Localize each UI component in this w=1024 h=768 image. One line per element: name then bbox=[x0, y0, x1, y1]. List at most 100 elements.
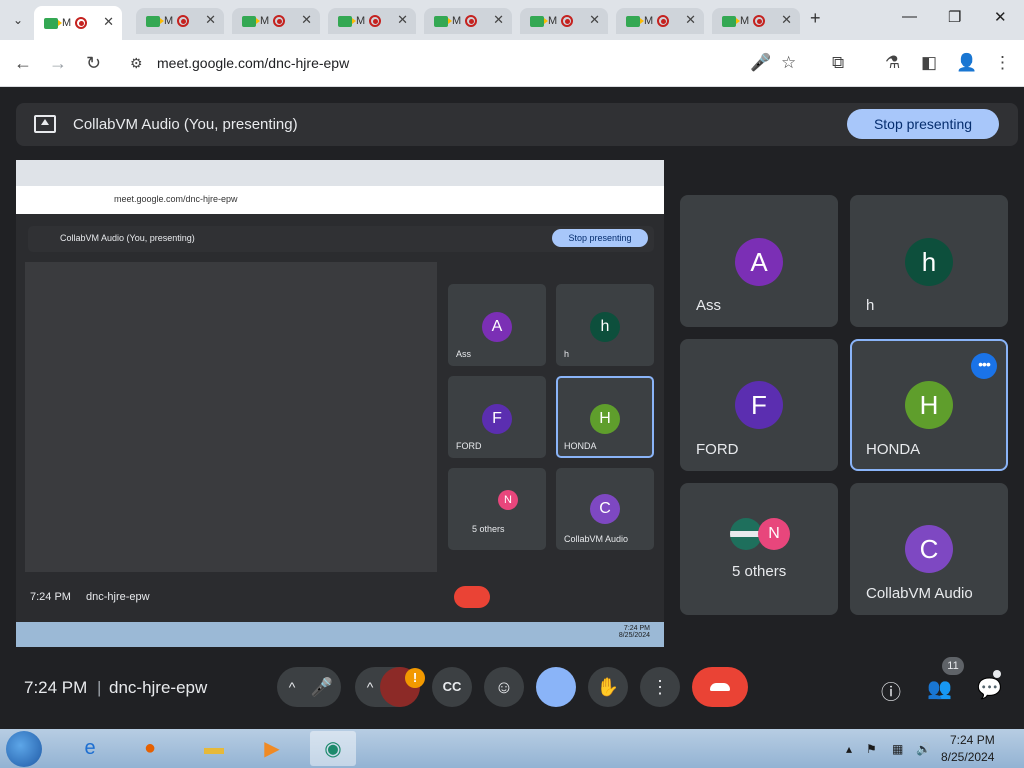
others-label: 5 others bbox=[732, 563, 787, 580]
taskbar-clock-date[interactable]: 8/25/2024 bbox=[941, 750, 994, 764]
nested-footer-time: 7:24 PM bbox=[30, 591, 71, 603]
tab-close-icon[interactable]: ✕ bbox=[397, 12, 408, 28]
tab-close-icon[interactable]: ✕ bbox=[301, 12, 312, 28]
participant-tile[interactable]: h h bbox=[850, 195, 1008, 327]
media-player-icon[interactable]: ▶ bbox=[254, 731, 290, 766]
participant-tile[interactable]: C CollabVM Audio bbox=[850, 483, 1008, 615]
participant-tile[interactable]: A Ass bbox=[680, 195, 838, 327]
nested-tile: C CollabVM Audio bbox=[556, 468, 654, 550]
extensions-icon[interactable]: ⧉ bbox=[832, 53, 844, 73]
browser-tab[interactable]: M ✕ bbox=[136, 8, 224, 34]
more-options-icon[interactable]: ••• bbox=[971, 353, 997, 379]
site-settings-icon[interactable]: ⚙ bbox=[130, 55, 143, 72]
browser-menu-icon[interactable]: ⋮ bbox=[994, 53, 1011, 73]
minimize-button[interactable]: — bbox=[902, 8, 917, 25]
tab-close-icon[interactable]: ✕ bbox=[781, 12, 792, 28]
stop-presenting-button[interactable]: Stop presenting bbox=[847, 109, 999, 139]
url-field[interactable]: meet.google.com/dnc-hjre-epw bbox=[157, 55, 349, 71]
participant-tile[interactable]: F FORD bbox=[680, 339, 838, 471]
recording-icon bbox=[465, 15, 478, 27]
tab-title: M bbox=[740, 15, 750, 27]
participant-avatar: A bbox=[735, 238, 783, 286]
nested-tile: N 5 others bbox=[448, 468, 546, 550]
forward-icon[interactable]: → bbox=[49, 53, 67, 74]
tab-search-chevron-icon[interactable]: ⌄ bbox=[8, 10, 28, 30]
tab-title: M bbox=[62, 17, 72, 29]
browser-tab[interactable]: M ✕ bbox=[616, 8, 704, 34]
nested-name: 5 others bbox=[472, 524, 505, 534]
nested-name: Ass bbox=[456, 349, 472, 359]
participant-tile-highlighted[interactable]: H ••• HONDA bbox=[850, 339, 1008, 471]
meet-logo-icon bbox=[242, 15, 260, 27]
nested-avatar: N bbox=[498, 490, 518, 510]
tab-close-icon[interactable]: ✕ bbox=[205, 12, 216, 28]
more-options-button[interactable]: ⋮ bbox=[640, 667, 680, 707]
tray-expand-icon[interactable]: ▴ bbox=[846, 742, 852, 756]
close-window-button[interactable]: ✕ bbox=[994, 8, 1007, 26]
tab-close-icon[interactable]: ✕ bbox=[589, 12, 600, 28]
nested-url: meet.google.com/dnc-hjre-epw bbox=[114, 194, 238, 204]
raise-hand-button[interactable]: ✋ bbox=[588, 667, 628, 707]
nested-tab-bar bbox=[16, 160, 664, 186]
restore-button[interactable]: ❐ bbox=[948, 8, 961, 26]
browser-tab[interactable]: M ✕ bbox=[520, 8, 608, 34]
recording-icon bbox=[273, 15, 286, 27]
captions-button[interactable]: CC bbox=[432, 667, 472, 707]
nested-avatar: F bbox=[482, 404, 512, 434]
firefox-icon[interactable]: ● bbox=[132, 731, 168, 766]
network-icon[interactable]: ▦ bbox=[892, 742, 903, 756]
tab-close-icon[interactable]: ✕ bbox=[685, 12, 696, 28]
shared-screen-preview: meet.google.com/dnc-hjre-epw CollabVM Au… bbox=[16, 160, 664, 647]
meeting-code: dnc-hjre-epw bbox=[109, 678, 208, 697]
profile-icon[interactable]: 👤 bbox=[956, 53, 977, 73]
presenting-title: CollabVM Audio (You, presenting) bbox=[73, 116, 298, 133]
side-panel-icon[interactable]: ◧ bbox=[921, 53, 937, 73]
tab-title: M bbox=[548, 15, 558, 27]
internet-explorer-icon[interactable]: e bbox=[72, 731, 108, 766]
tab-close-icon[interactable]: ✕ bbox=[103, 14, 114, 30]
present-now-button[interactable] bbox=[536, 667, 576, 707]
microphone-button[interactable]: 🎤 bbox=[302, 667, 342, 707]
action-center-flag-icon[interactable]: ⚑ bbox=[866, 742, 877, 756]
nested-tile: h h bbox=[556, 284, 654, 366]
end-call-button[interactable] bbox=[692, 667, 748, 707]
meet-logo-icon bbox=[722, 15, 740, 27]
nested-taskbar bbox=[16, 622, 664, 647]
present-screen-icon bbox=[34, 115, 56, 133]
taskbar-clock-time[interactable]: 7:24 PM bbox=[950, 733, 995, 747]
meeting-info-icon[interactable]: ⓘ bbox=[881, 676, 901, 705]
meet-logo-icon bbox=[626, 15, 644, 27]
meet-logo-icon bbox=[146, 15, 164, 27]
bookmark-star-icon[interactable]: ☆ bbox=[781, 53, 796, 73]
new-tab-button[interactable]: + bbox=[810, 8, 821, 29]
browser-tab[interactable]: M ✕ bbox=[232, 8, 320, 34]
chat-notification-dot bbox=[993, 670, 1001, 678]
labs-icon[interactable]: ⚗ bbox=[885, 53, 900, 73]
nested-clock-date: 8/25/2024 bbox=[618, 632, 650, 639]
nested-tile: A Ass bbox=[448, 284, 546, 366]
tab-close-icon[interactable]: ✕ bbox=[493, 12, 504, 28]
reload-icon[interactable]: ↻ bbox=[86, 53, 101, 74]
browser-tab-bar: ⌄ M ✕ M ✕ M ✕ M ✕ M ✕ M ✕ M ✕ M ✕ + — ❐ ✕ bbox=[0, 0, 1024, 40]
browser-tab[interactable]: M ✕ bbox=[328, 8, 416, 34]
volume-icon[interactable]: 🔊 bbox=[916, 742, 931, 756]
camera-warning-badge: ! bbox=[405, 668, 425, 688]
footer-separator: | bbox=[97, 678, 102, 697]
file-explorer-icon[interactable]: ▬ bbox=[196, 731, 232, 766]
others-tile[interactable]: N 5 others bbox=[680, 483, 838, 615]
people-icon[interactable]: 👥 bbox=[927, 676, 952, 701]
browser-tab[interactable]: M ✕ bbox=[424, 8, 512, 34]
chat-icon[interactable]: 💬 bbox=[977, 676, 1002, 701]
back-icon[interactable]: ← bbox=[14, 53, 32, 74]
nested-meeting-code: dnc-hjre-epw bbox=[86, 591, 150, 603]
footer-time: 7:24 PM bbox=[24, 678, 88, 697]
meet-logo-icon bbox=[530, 15, 548, 27]
active-app-icon[interactable]: ◉ bbox=[310, 731, 356, 766]
meet-logo-icon bbox=[44, 17, 62, 29]
mic-permission-icon[interactable]: 🎤 bbox=[750, 53, 771, 73]
browser-tab-active[interactable]: M ✕ bbox=[34, 6, 122, 40]
start-menu-icon[interactable] bbox=[6, 731, 42, 767]
meet-logo-icon bbox=[338, 15, 356, 27]
browser-tab[interactable]: M ✕ bbox=[712, 8, 800, 34]
emoji-reaction-button[interactable]: ☺ bbox=[484, 667, 524, 707]
